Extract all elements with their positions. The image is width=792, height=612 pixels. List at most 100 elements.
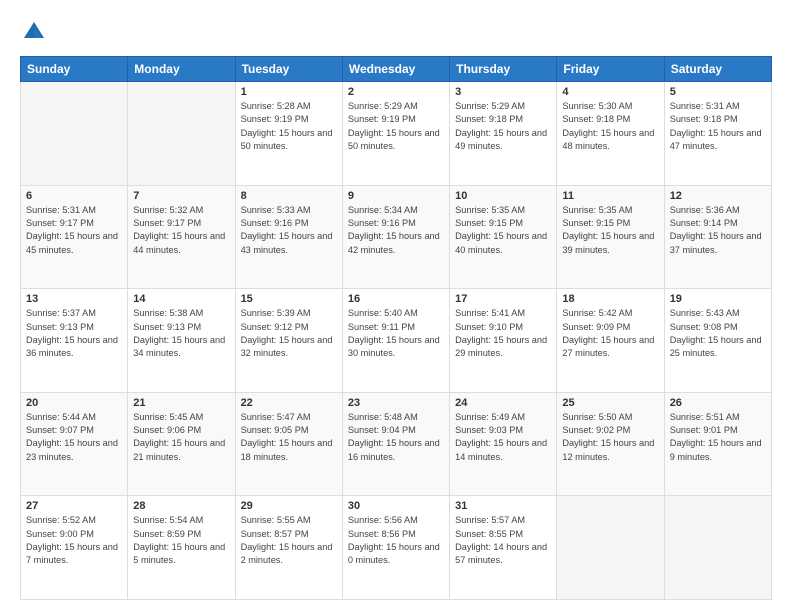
day-info: Sunrise: 5:40 AMSunset: 9:11 PMDaylight:… xyxy=(348,307,444,360)
day-number: 22 xyxy=(241,397,337,409)
day-info: Sunrise: 5:29 AMSunset: 9:18 PMDaylight:… xyxy=(455,100,551,153)
calendar-cell-1-6: 4 Sunrise: 5:30 AMSunset: 9:18 PMDaylight… xyxy=(557,82,664,186)
day-number: 15 xyxy=(241,293,337,305)
day-info: Sunrise: 5:42 AMSunset: 9:09 PMDaylight:… xyxy=(562,307,658,360)
day-info: Sunrise: 5:54 AMSunset: 8:59 PMDaylight:… xyxy=(133,514,229,567)
day-info: Sunrise: 5:28 AMSunset: 9:19 PMDaylight:… xyxy=(241,100,337,153)
day-number: 14 xyxy=(133,293,229,305)
calendar-cell-4-5: 24Sunrise: 5:49 AMSunset: 9:03 PMDayligh… xyxy=(450,392,557,496)
day-info: Sunrise: 5:38 AMSunset: 9:13 PMDaylight:… xyxy=(133,307,229,360)
calendar-cell-4-2: 21 Sunrise: 5:45 AMSunset: 9:06 PMDayligh… xyxy=(128,392,235,496)
calendar-week-3: 13 Sunrise: 5:37 AMSunset: 9:13 PMDayligh… xyxy=(21,289,772,393)
calendar-week-5: 27 Sunrise: 5:52 AMSunset: 9:00 PMDayligh… xyxy=(21,496,772,600)
day-info: Sunrise: 5:39 AMSunset: 9:12 PMDaylight:… xyxy=(241,307,337,360)
day-number: 27 xyxy=(26,500,122,512)
calendar-cell-3-5: 17 Sunrise: 5:41 AMSunset: 9:10 PMDayligh… xyxy=(450,289,557,393)
day-number: 9 xyxy=(348,190,444,202)
calendar-cell-4-1: 20 Sunrise: 5:44 AMSunset: 9:07 PMDayligh… xyxy=(21,392,128,496)
calendar-cell-4-7: 26Sunrise: 5:51 AMSunset: 9:01 PMDayligh… xyxy=(664,392,771,496)
calendar-cell-2-7: 12 Sunrise: 5:36 AMSunset: 9:14 PMDayligh… xyxy=(664,185,771,289)
page: SundayMondayTuesdayWednesdayThursdayFrid… xyxy=(0,0,792,612)
day-info: Sunrise: 5:35 AMSunset: 9:15 PMDaylight:… xyxy=(455,204,551,257)
calendar-cell-3-7: 19Sunrise: 5:43 AMSunset: 9:08 PMDayligh… xyxy=(664,289,771,393)
day-info: Sunrise: 5:41 AMSunset: 9:10 PMDaylight:… xyxy=(455,307,551,360)
calendar-cell-2-6: 11Sunrise: 5:35 AMSunset: 9:15 PMDayligh… xyxy=(557,185,664,289)
calendar-weekday-wednesday: Wednesday xyxy=(342,57,449,82)
day-number: 16 xyxy=(348,293,444,305)
calendar-cell-3-4: 16 Sunrise: 5:40 AMSunset: 9:11 PMDayligh… xyxy=(342,289,449,393)
day-number: 29 xyxy=(241,500,337,512)
calendar-cell-1-5: 3Sunrise: 5:29 AMSunset: 9:18 PMDaylight… xyxy=(450,82,557,186)
calendar-cell-5-6 xyxy=(557,496,664,600)
calendar-table: SundayMondayTuesdayWednesdayThursdayFrid… xyxy=(20,56,772,600)
day-number: 7 xyxy=(133,190,229,202)
calendar-week-4: 20 Sunrise: 5:44 AMSunset: 9:07 PMDayligh… xyxy=(21,392,772,496)
day-number: 4 xyxy=(562,86,658,98)
calendar-weekday-friday: Friday xyxy=(557,57,664,82)
day-info: Sunrise: 5:52 AMSunset: 9:00 PMDaylight:… xyxy=(26,514,122,567)
header xyxy=(20,18,772,46)
day-info: Sunrise: 5:48 AMSunset: 9:04 PMDaylight:… xyxy=(348,411,444,464)
day-info: Sunrise: 5:37 AMSunset: 9:13 PMDaylight:… xyxy=(26,307,122,360)
day-info: Sunrise: 5:44 AMSunset: 9:07 PMDaylight:… xyxy=(26,411,122,464)
calendar-cell-1-1 xyxy=(21,82,128,186)
calendar-weekday-tuesday: Tuesday xyxy=(235,57,342,82)
logo xyxy=(20,18,52,46)
day-info: Sunrise: 5:55 AMSunset: 8:57 PMDaylight:… xyxy=(241,514,337,567)
calendar-header-row: SundayMondayTuesdayWednesdayThursdayFrid… xyxy=(21,57,772,82)
day-info: Sunrise: 5:31 AMSunset: 9:17 PMDaylight:… xyxy=(26,204,122,257)
calendar-cell-5-4: 30 Sunrise: 5:56 AMSunset: 8:56 PMDayligh… xyxy=(342,496,449,600)
calendar-week-1: 1 Sunrise: 5:28 AMSunset: 9:19 PMDaylight… xyxy=(21,82,772,186)
day-info: Sunrise: 5:31 AMSunset: 9:18 PMDaylight:… xyxy=(670,100,766,153)
calendar-cell-4-6: 25 Sunrise: 5:50 AMSunset: 9:02 PMDayligh… xyxy=(557,392,664,496)
day-info: Sunrise: 5:34 AMSunset: 9:16 PMDaylight:… xyxy=(348,204,444,257)
calendar-cell-3-3: 15 Sunrise: 5:39 AMSunset: 9:12 PMDayligh… xyxy=(235,289,342,393)
day-info: Sunrise: 5:35 AMSunset: 9:15 PMDaylight:… xyxy=(562,204,658,257)
calendar-cell-1-2 xyxy=(128,82,235,186)
day-number: 17 xyxy=(455,293,551,305)
day-number: 12 xyxy=(670,190,766,202)
day-number: 25 xyxy=(562,397,658,409)
day-number: 23 xyxy=(348,397,444,409)
calendar-weekday-monday: Monday xyxy=(128,57,235,82)
calendar-cell-4-3: 22 Sunrise: 5:47 AMSunset: 9:05 PMDayligh… xyxy=(235,392,342,496)
calendar-cell-4-4: 23 Sunrise: 5:48 AMSunset: 9:04 PMDayligh… xyxy=(342,392,449,496)
day-number: 26 xyxy=(670,397,766,409)
day-info: Sunrise: 5:56 AMSunset: 8:56 PMDaylight:… xyxy=(348,514,444,567)
calendar-weekday-saturday: Saturday xyxy=(664,57,771,82)
day-number: 5 xyxy=(670,86,766,98)
calendar-cell-3-1: 13 Sunrise: 5:37 AMSunset: 9:13 PMDayligh… xyxy=(21,289,128,393)
calendar-cell-2-1: 6Sunrise: 5:31 AMSunset: 9:17 PMDaylight… xyxy=(21,185,128,289)
calendar-cell-2-4: 9 Sunrise: 5:34 AMSunset: 9:16 PMDaylight… xyxy=(342,185,449,289)
day-info: Sunrise: 5:30 AMSunset: 9:18 PMDaylight:… xyxy=(562,100,658,153)
day-number: 28 xyxy=(133,500,229,512)
day-number: 20 xyxy=(26,397,122,409)
calendar-cell-2-2: 7Sunrise: 5:32 AMSunset: 9:17 PMDaylight… xyxy=(128,185,235,289)
calendar-weekday-thursday: Thursday xyxy=(450,57,557,82)
day-number: 30 xyxy=(348,500,444,512)
day-info: Sunrise: 5:57 AMSunset: 8:55 PMDaylight:… xyxy=(455,514,551,567)
day-info: Sunrise: 5:50 AMSunset: 9:02 PMDaylight:… xyxy=(562,411,658,464)
day-number: 2 xyxy=(348,86,444,98)
calendar-cell-1-4: 2 Sunrise: 5:29 AMSunset: 9:19 PMDaylight… xyxy=(342,82,449,186)
day-number: 21 xyxy=(133,397,229,409)
day-number: 13 xyxy=(26,293,122,305)
calendar-cell-3-2: 14 Sunrise: 5:38 AMSunset: 9:13 PMDayligh… xyxy=(128,289,235,393)
day-info: Sunrise: 5:36 AMSunset: 9:14 PMDaylight:… xyxy=(670,204,766,257)
calendar-cell-5-1: 27 Sunrise: 5:52 AMSunset: 9:00 PMDayligh… xyxy=(21,496,128,600)
calendar-cell-1-7: 5 Sunrise: 5:31 AMSunset: 9:18 PMDaylight… xyxy=(664,82,771,186)
day-info: Sunrise: 5:45 AMSunset: 9:06 PMDaylight:… xyxy=(133,411,229,464)
logo-icon xyxy=(20,18,48,46)
calendar-cell-5-7 xyxy=(664,496,771,600)
calendar-week-2: 6Sunrise: 5:31 AMSunset: 9:17 PMDaylight… xyxy=(21,185,772,289)
day-info: Sunrise: 5:29 AMSunset: 9:19 PMDaylight:… xyxy=(348,100,444,153)
day-number: 1 xyxy=(241,86,337,98)
calendar-cell-5-5: 31Sunrise: 5:57 AMSunset: 8:55 PMDayligh… xyxy=(450,496,557,600)
day-number: 24 xyxy=(455,397,551,409)
day-info: Sunrise: 5:43 AMSunset: 9:08 PMDaylight:… xyxy=(670,307,766,360)
day-info: Sunrise: 5:47 AMSunset: 9:05 PMDaylight:… xyxy=(241,411,337,464)
calendar-cell-2-3: 8Sunrise: 5:33 AMSunset: 9:16 PMDaylight… xyxy=(235,185,342,289)
day-number: 18 xyxy=(562,293,658,305)
calendar-cell-1-3: 1 Sunrise: 5:28 AMSunset: 9:19 PMDaylight… xyxy=(235,82,342,186)
calendar-cell-3-6: 18 Sunrise: 5:42 AMSunset: 9:09 PMDayligh… xyxy=(557,289,664,393)
